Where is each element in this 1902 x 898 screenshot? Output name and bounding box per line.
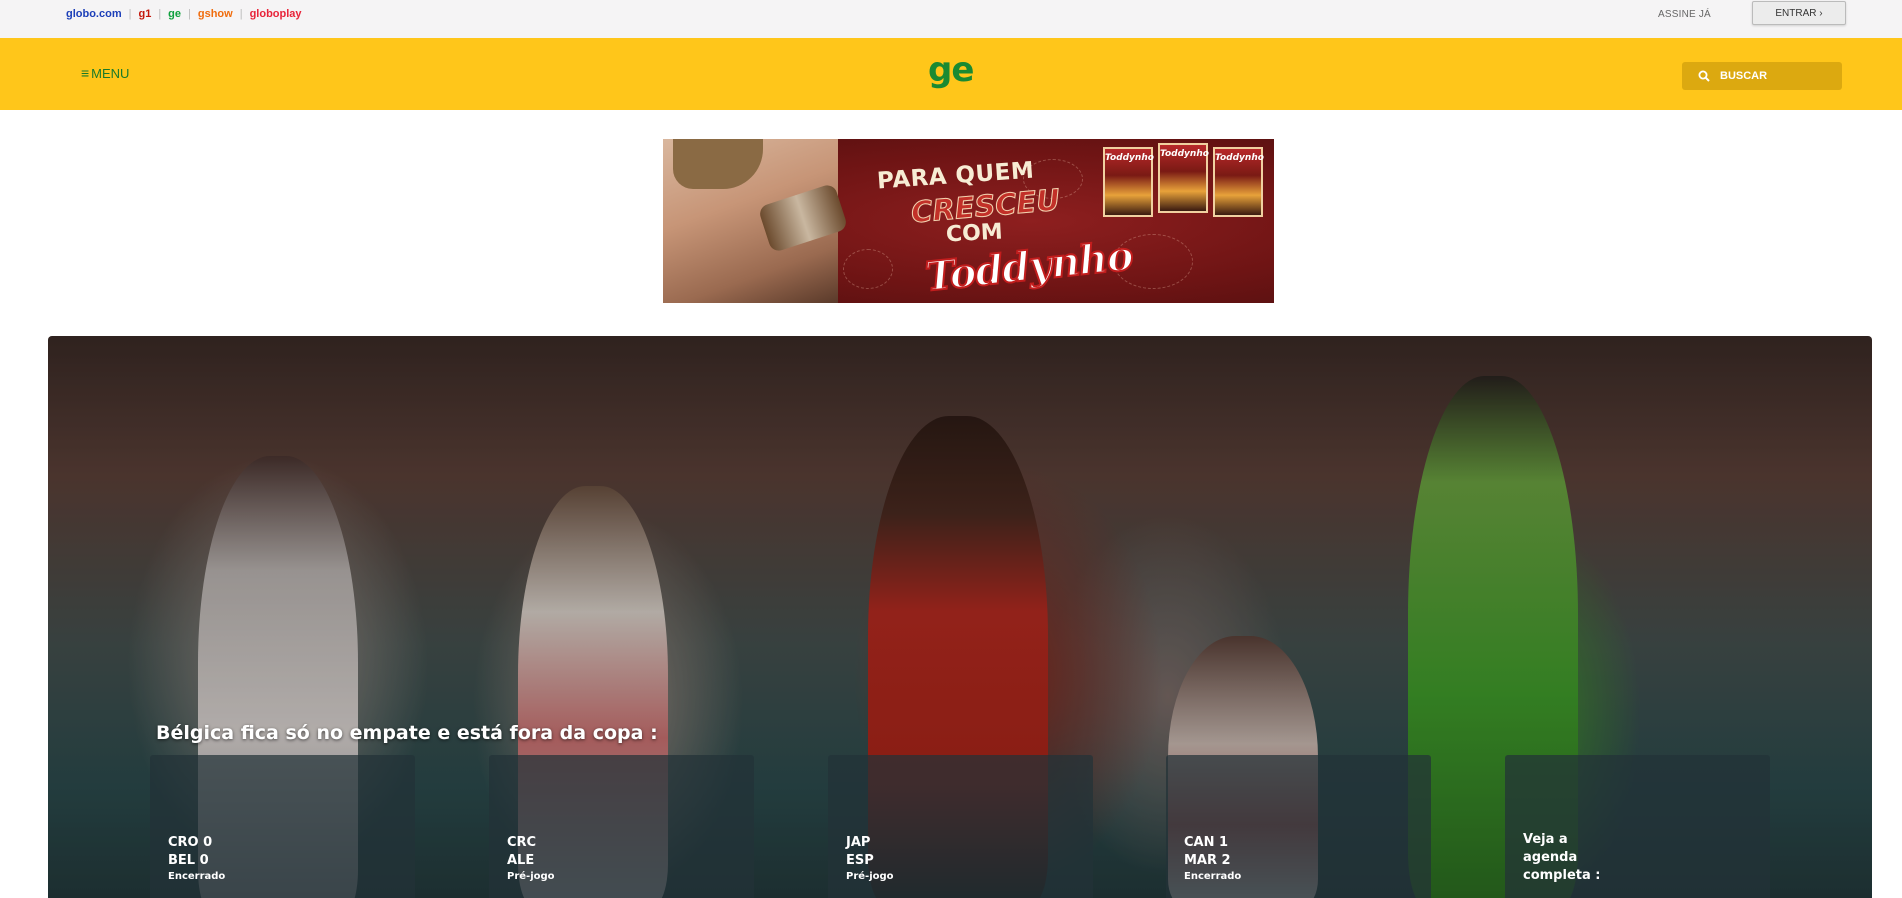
hamburger-icon: ≡ xyxy=(81,65,90,81)
match-team1: CRO 0 xyxy=(168,835,213,850)
ge-logo[interactable]: ge xyxy=(928,50,974,90)
link-globo-com[interactable]: globo.com xyxy=(66,8,122,20)
ad-headline-line3: COM xyxy=(945,219,1004,248)
link-gshow[interactable]: gshow xyxy=(198,8,233,20)
match-team2: ESP xyxy=(846,853,874,868)
match-status: Encerrado xyxy=(168,871,226,882)
ad-product-box: Toddynho xyxy=(1213,147,1264,217)
separator: | xyxy=(239,8,243,20)
match-team2: MAR 2 xyxy=(1184,853,1231,868)
login-button[interactable]: ENTRAR › xyxy=(1752,1,1846,25)
ad-product-box: Toddynho xyxy=(1103,147,1154,217)
ad-product-label: Toddynho xyxy=(1215,153,1264,163)
link-globoplay[interactable]: globoplay xyxy=(250,8,302,20)
match-card[interactable]: CRC ALE Pré-jogo xyxy=(489,755,754,898)
separator: | xyxy=(158,8,162,20)
search-button[interactable]: BUSCAR xyxy=(1682,62,1842,90)
site-header: ≡ MENU ge BUSCAR xyxy=(0,38,1902,110)
link-ge[interactable]: ge xyxy=(168,8,181,20)
menu-button[interactable]: ≡ MENU xyxy=(81,65,129,81)
match-team2: BEL 0 xyxy=(168,853,209,868)
separator: | xyxy=(188,8,191,20)
search-icon xyxy=(1698,70,1710,82)
agenda-card[interactable]: Veja a agenda completa : xyxy=(1505,755,1770,898)
match-team1: JAP xyxy=(846,835,871,850)
match-team1: CAN 1 xyxy=(1184,835,1229,850)
link-g1[interactable]: g1 xyxy=(138,8,151,20)
globo-top-bar: globo.com | g1 | ge | gshow | globoplay … xyxy=(0,0,1902,38)
match-team2: ALE xyxy=(507,853,535,868)
match-card[interactable]: CAN 1 MAR 2 Encerrado xyxy=(1166,755,1431,898)
ad-product-box: Toddynho xyxy=(1158,143,1209,213)
ad-banner[interactable]: PARA QUEM CRESCEU COM Toddynho Toddynho … xyxy=(663,139,1274,303)
separator: | xyxy=(128,8,132,20)
agenda-link-text: Veja a agenda completa : xyxy=(1523,832,1601,883)
ad-product-label: Toddynho xyxy=(1105,153,1154,163)
ad-product-label: Toddynho xyxy=(1160,149,1209,159)
ad-doodle xyxy=(843,249,893,289)
menu-label: MENU xyxy=(91,65,130,81)
match-status: Pré-jogo xyxy=(507,871,555,882)
globo-network-links: globo.com | g1 | ge | gshow | globoplay xyxy=(66,8,302,20)
match-status: Pré-jogo xyxy=(846,871,894,882)
search-label: BUSCAR xyxy=(1720,70,1768,82)
match-status: Encerrado xyxy=(1184,871,1242,882)
match-team1: CRC xyxy=(507,835,537,850)
match-card[interactable]: JAP ESP Pré-jogo xyxy=(828,755,1093,898)
subscribe-link[interactable]: ASSINE JÁ xyxy=(1658,9,1711,20)
hero-headline[interactable]: Bélgica fica só no empate e está fora da… xyxy=(156,722,658,744)
match-card[interactable]: CRO 0 BEL 0 Encerrado xyxy=(150,755,415,898)
